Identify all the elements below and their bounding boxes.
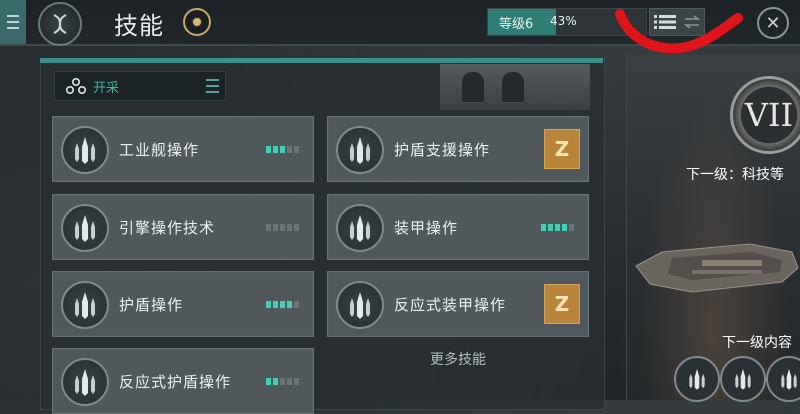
character-portraits bbox=[440, 64, 590, 110]
level-percent: 43% bbox=[550, 14, 577, 28]
ship-icon bbox=[735, 369, 751, 390]
skill-card[interactable]: 反应式护盾操作 bbox=[52, 348, 314, 414]
level-pip bbox=[273, 301, 278, 308]
ship-image bbox=[635, 243, 799, 293]
level-pip bbox=[287, 146, 292, 153]
z-badge: Z bbox=[544, 129, 580, 169]
level-label: 等级6 bbox=[499, 17, 534, 32]
skill-name: 护盾操作 bbox=[119, 296, 184, 314]
skill-card[interactable]: 装甲操作 bbox=[327, 194, 589, 260]
level-pip bbox=[273, 146, 278, 153]
skill-level-pips bbox=[541, 224, 574, 231]
skill-level-pips bbox=[266, 224, 299, 231]
z-badge: Z bbox=[544, 284, 580, 324]
close-icon: ✕ bbox=[765, 12, 781, 34]
portrait bbox=[502, 72, 524, 102]
level-pip bbox=[294, 301, 299, 308]
category-selector[interactable]: 开采 bbox=[54, 71, 226, 101]
skill-level-pips bbox=[266, 378, 299, 385]
ship-icon bbox=[61, 281, 109, 329]
ship-slot[interactable] bbox=[674, 356, 720, 402]
level-pip bbox=[294, 378, 299, 385]
level-pip bbox=[562, 224, 567, 231]
level-pip bbox=[280, 224, 285, 231]
level-pip bbox=[266, 224, 271, 231]
level-pip bbox=[280, 301, 285, 308]
panel-accent-line bbox=[40, 58, 603, 63]
category-label: 开采 bbox=[93, 81, 120, 96]
skill-card[interactable]: 引擎操作技术 bbox=[52, 194, 314, 260]
level-pip bbox=[287, 301, 292, 308]
ship-slot[interactable] bbox=[720, 356, 766, 402]
ship-icon bbox=[61, 358, 109, 406]
level-pip bbox=[266, 146, 271, 153]
category-menu-icon bbox=[206, 79, 219, 93]
level-pip bbox=[273, 224, 278, 231]
skill-name: 护盾支援操作 bbox=[394, 141, 491, 159]
skill-level-pips bbox=[266, 301, 299, 308]
skill-name: 工业舰操作 bbox=[119, 141, 200, 159]
ship-icon bbox=[336, 204, 384, 252]
level-pip bbox=[294, 146, 299, 153]
ship-icon bbox=[336, 126, 384, 174]
skill-card[interactable]: 工业舰操作 bbox=[52, 116, 314, 182]
level-pip bbox=[280, 378, 285, 385]
page-title: 技能 bbox=[114, 12, 164, 40]
tier-badge: VII bbox=[730, 76, 800, 154]
level-pip bbox=[548, 224, 553, 231]
menu-icon bbox=[7, 15, 19, 29]
menu-button[interactable] bbox=[0, 0, 26, 44]
target-icon[interactable] bbox=[183, 8, 211, 36]
level-pip bbox=[266, 378, 271, 385]
skill-name: 装甲操作 bbox=[394, 219, 459, 237]
level-pip bbox=[266, 301, 271, 308]
level-pip bbox=[280, 146, 285, 153]
level-pip bbox=[555, 224, 560, 231]
skill-card[interactable]: 护盾操作 bbox=[52, 271, 314, 337]
ship-icon bbox=[689, 369, 705, 390]
ship-icon bbox=[61, 204, 109, 252]
ship-icon bbox=[781, 369, 797, 390]
close-button[interactable]: ✕ bbox=[757, 7, 789, 39]
more-skills-link[interactable]: 更多技能 bbox=[328, 346, 588, 374]
portrait bbox=[462, 72, 484, 102]
red-annotation-stroke bbox=[615, 9, 743, 54]
level-pip bbox=[569, 224, 574, 231]
level-pip bbox=[273, 378, 278, 385]
skill-card[interactable]: 护盾支援操作 Z bbox=[327, 116, 589, 182]
dna-icon bbox=[38, 2, 82, 46]
skill-name: 反应式装甲操作 bbox=[394, 296, 507, 314]
ship-icon bbox=[336, 281, 384, 329]
cluster-icon bbox=[66, 78, 86, 94]
next-level-text: 下一级：科技等 bbox=[686, 167, 784, 183]
skill-level-pips bbox=[266, 146, 299, 153]
skill-name: 反应式护盾操作 bbox=[119, 373, 232, 391]
level-pip bbox=[541, 224, 546, 231]
skill-name: 引擎操作技术 bbox=[119, 219, 216, 237]
next-level-content-text: 下一级内容 bbox=[722, 335, 792, 351]
level-pip bbox=[287, 224, 292, 231]
ship-icon bbox=[61, 126, 109, 174]
level-pip bbox=[287, 378, 292, 385]
level-pip bbox=[294, 224, 299, 231]
tier-text: VII bbox=[744, 96, 794, 134]
skill-card[interactable]: 反应式装甲操作 Z bbox=[327, 271, 589, 337]
